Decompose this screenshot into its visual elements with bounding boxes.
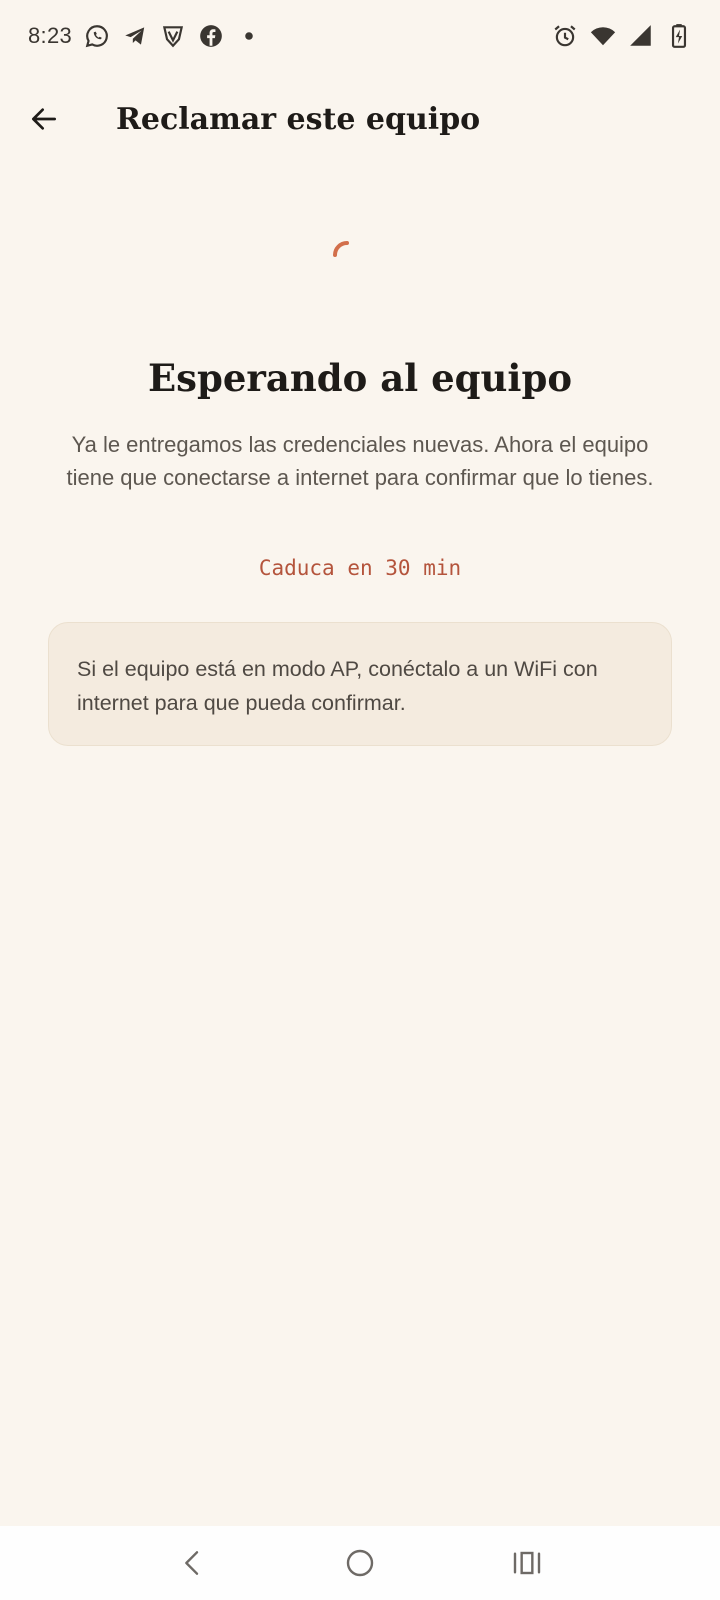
status-bar: 8:23	[0, 0, 720, 72]
vpn-shield-icon	[160, 23, 186, 49]
nav-back-icon	[185, 1551, 199, 1575]
cell-signal-icon	[628, 23, 654, 49]
ap-mode-info-box: Si el equipo está en modo AP, conéctalo …	[48, 622, 672, 746]
expiry-label: Caduca en 30 min	[258, 556, 462, 580]
whatsapp-icon	[84, 23, 110, 49]
nav-recents-icon	[513, 1551, 540, 1575]
app-bar: Reclamar este equipo	[0, 86, 720, 152]
waiting-heading: Esperando al equipo	[147, 356, 573, 400]
system-nav-bar	[0, 1526, 720, 1600]
facebook-icon	[198, 23, 224, 49]
status-time: 8:23	[28, 23, 73, 48]
ap-mode-info-text: Si el equipo está en modo AP, conéctalo …	[77, 657, 598, 715]
nav-home-icon	[346, 1549, 374, 1577]
alarm-icon	[552, 23, 578, 49]
status-right	[552, 23, 692, 49]
loading-spinner-icon	[333, 241, 349, 257]
battery-charging-icon	[666, 23, 692, 49]
nav-recents-button[interactable]	[497, 1533, 557, 1593]
waiting-description: Ya le entregamos las credenciales nuevas…	[66, 432, 654, 490]
page-title: Reclamar este equipo	[116, 101, 481, 137]
dot-icon	[236, 23, 262, 49]
nav-back-button[interactable]	[163, 1533, 223, 1593]
status-left: 8:23	[28, 23, 262, 49]
wifi-icon	[590, 23, 616, 49]
arrow-left-icon	[32, 108, 56, 130]
telegram-icon	[122, 23, 148, 49]
nav-home-button[interactable]	[330, 1533, 390, 1593]
back-button[interactable]	[16, 91, 72, 147]
screen: 8:23 Reclamar este equipo Esperando al e…	[0, 0, 720, 1600]
